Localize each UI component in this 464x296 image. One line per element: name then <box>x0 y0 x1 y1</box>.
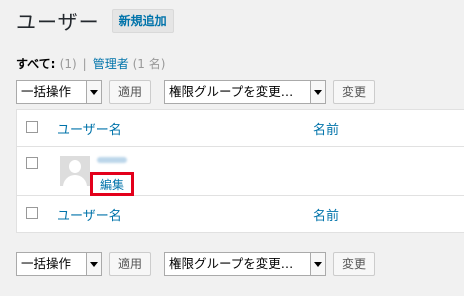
column-username-footer[interactable]: ユーザー名 <box>57 205 122 224</box>
row-checkbox[interactable] <box>26 157 38 169</box>
apply-button-bottom[interactable]: 適用 <box>109 252 152 276</box>
chevron-down-icon <box>86 81 101 103</box>
filter-admin[interactable]: 管理者 (1 名) <box>93 57 166 71</box>
change-role-button-bottom[interactable]: 変更 <box>333 252 376 276</box>
column-name[interactable]: 名前 <box>313 119 339 138</box>
table-header-row: ユーザー名 名前 <box>17 110 464 147</box>
filter-all[interactable]: すべて: (1) <box>16 57 77 71</box>
edit-link[interactable]: 編集 <box>100 176 124 193</box>
chevron-down-icon <box>310 81 326 103</box>
column-username[interactable]: ユーザー名 <box>57 119 122 138</box>
bulk-action-select-bottom[interactable]: 一括操作 <box>16 252 102 276</box>
page-title: ユーザー <box>16 10 100 34</box>
column-name-footer[interactable]: 名前 <box>313 205 339 224</box>
select-all-checkbox[interactable] <box>26 121 38 133</box>
edit-link-highlighted[interactable]: 編集 <box>90 172 134 196</box>
avatar <box>60 156 90 186</box>
table-row <box>17 147 464 197</box>
tablenav-top: 一括操作 適用 権限グループを変更… 変更 <box>16 79 376 105</box>
page-header: ユーザー 新規追加 <box>16 6 174 35</box>
select-all-checkbox-footer[interactable] <box>26 207 38 219</box>
add-new-button[interactable]: 新規追加 <box>111 8 174 33</box>
chevron-down-icon <box>86 253 101 275</box>
blurred-username <box>97 157 127 163</box>
users-table: ユーザー名 名前 ユーザー名 名前 <box>16 109 464 233</box>
role-change-select[interactable]: 権限グループを変更… <box>164 80 327 104</box>
tablenav-bottom: 一括操作 適用 権限グループを変更… 変更 <box>16 251 376 277</box>
table-footer-row: ユーザー名 名前 <box>17 195 464 232</box>
view-filters: すべて: (1) | 管理者 (1 名) <box>16 55 165 72</box>
change-role-button[interactable]: 変更 <box>333 80 376 104</box>
chevron-down-icon <box>310 253 326 275</box>
apply-button[interactable]: 適用 <box>109 80 152 104</box>
role-change-select-bottom[interactable]: 権限グループを変更… <box>164 252 327 276</box>
filter-separator: | <box>82 57 87 71</box>
bulk-action-select[interactable]: 一括操作 <box>16 80 102 104</box>
